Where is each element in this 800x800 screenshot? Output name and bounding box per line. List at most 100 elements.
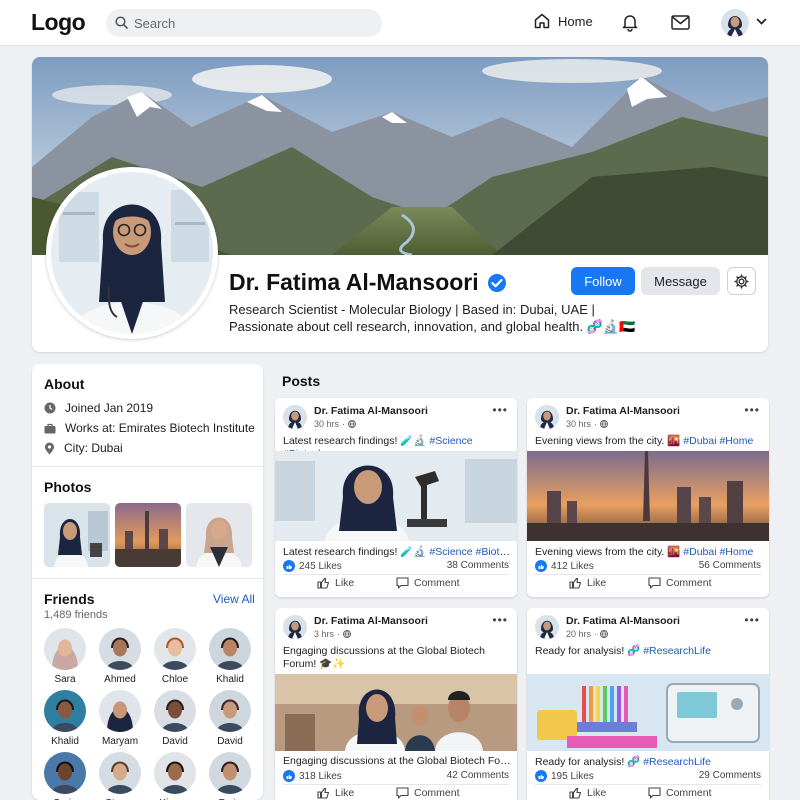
post-author-name[interactable]: Dr. Fatima Al-Mansoori [314,405,428,417]
about-title: About [44,376,85,392]
friend-item[interactable]: David [205,690,255,747]
friend-item[interactable]: Sara [40,628,90,685]
user-avatar[interactable] [721,9,749,37]
post-timestamp: 30 hrs · [566,419,609,429]
post-like-count[interactable]: 195 Likes [535,770,594,782]
post-timestamp: 30 hrs · [314,419,357,429]
post-divider [283,574,509,575]
post-more-options[interactable]: ••• [744,613,760,627]
friend-name: Khalid [51,736,79,747]
section-divider [32,466,263,467]
post-author-avatar[interactable] [283,405,307,429]
friend-name: Ahmed [104,674,136,685]
post-image[interactable] [527,674,769,751]
friend-item[interactable]: Khalid [40,690,90,747]
friend-item[interactable]: Kionee [150,752,200,800]
post-comment-count[interactable]: 38 Comments [447,560,509,571]
friend-item[interactable]: Saria [40,752,90,800]
friend-item[interactable]: Farin [205,752,255,800]
post-card[interactable]: Dr. Fatima Al-Mansoori 20 hrs · ••• Ready … [527,608,769,800]
friend-item[interactable]: Ahmed [95,628,145,685]
friend-item[interactable]: Chloe [150,628,200,685]
comment-button[interactable]: Comment [396,577,460,589]
post-image[interactable] [275,674,517,751]
post-author-name[interactable]: Dr. Fatima Al-Mansoori [314,615,428,627]
verified-badge-icon [487,273,506,292]
post-divider [283,784,509,785]
friend-name: David [217,736,243,747]
photos-title: Photos [44,479,92,495]
post-image[interactable] [527,451,769,541]
search-box[interactable] [106,9,382,37]
post-comment-count[interactable]: 56 Comments [699,560,761,571]
like-button[interactable]: Like [569,787,606,799]
search-input[interactable] [134,13,364,33]
thumbs-up-icon [317,577,330,589]
post-author-avatar[interactable] [283,615,307,639]
profile-picture[interactable] [46,167,218,339]
briefcase-icon [44,423,56,433]
friend-item[interactable]: Khalid [205,628,255,685]
comment-icon [648,577,661,589]
profile-name-text: Dr. Fatima Al-Mansoori [229,269,479,295]
friend-item[interactable]: Maryam [95,690,145,747]
post-author-avatar[interactable] [535,615,559,639]
friend-avatar [99,690,141,732]
message-button[interactable]: Message [641,267,720,295]
friend-item[interactable]: David [150,690,200,747]
post-author-avatar[interactable] [535,405,559,429]
mail-icon[interactable] [671,15,690,30]
post-like-count[interactable]: 245 Likes [283,560,342,572]
post-more-options[interactable]: ••• [492,613,508,627]
settings-button[interactable] [727,267,756,295]
friend-item[interactable]: Steron [95,752,145,800]
like-button[interactable]: Like [317,577,354,589]
post-divider [535,784,761,785]
home-icon [534,13,550,29]
like-button[interactable]: Like [569,577,606,589]
friend-avatar [99,628,141,670]
left-sidebar-card: About Joined Jan 2019 Works at: Emirates… [32,364,263,800]
view-all-friends-link[interactable]: View All [213,592,255,606]
post-comment-count[interactable]: 42 Comments [447,770,509,781]
like-count-icon [283,770,295,782]
post-card[interactable]: Dr. Fatima Al-Mansoori 3 hrs · ••• Engagin… [275,608,517,800]
bell-icon[interactable] [621,13,639,32]
photo-thumbnail[interactable] [186,503,252,567]
post-image[interactable] [275,451,517,541]
comment-button[interactable]: Comment [396,787,460,799]
post-timestamp: 20 hrs · [566,629,609,639]
post-card[interactable]: Dr. Fatima Al-Mansoori 30 hrs · ••• Evenin… [527,398,769,597]
photo-thumbnail[interactable] [44,503,110,567]
logo[interactable]: Logo [31,9,86,36]
post-like-count[interactable]: 412 Likes [535,560,594,572]
post-more-options[interactable]: ••• [744,403,760,417]
post-hashtags[interactable]: #ResearchLife [643,645,711,657]
post-hashtags[interactable]: #Dubai #Home [683,435,753,447]
friend-avatar [154,628,196,670]
chevron-down-icon[interactable] [756,18,767,26]
post-comment-count[interactable]: 29 Comments [699,770,761,781]
post-card[interactable]: Dr. Fatima Al-Mansoori 30 hrs · ••• Latest… [275,398,517,597]
friend-avatar [99,752,141,794]
post-caption-repeat: Evening views from the city. 🌇 #Dubai #H… [535,546,754,558]
photo-thumbnail[interactable] [115,503,181,567]
friend-name: Sara [54,674,76,685]
post-caption: Engaging discussions at the Global Biote… [283,645,485,670]
nav-home-link[interactable]: Home [533,12,593,30]
post-author-name[interactable]: Dr. Fatima Al-Mansoori [566,615,680,627]
friend-avatar [154,690,196,732]
post-author-name[interactable]: Dr. Fatima Al-Mansoori [566,405,680,417]
like-button[interactable]: Like [317,787,354,799]
post-divider [535,574,761,575]
post-more-options[interactable]: ••• [492,403,508,417]
comment-button[interactable]: Comment [648,787,712,799]
follow-button[interactable]: Follow [571,267,635,295]
friend-name: Chloe [161,674,189,685]
bio-line-1: Research Scientist - Molecular Biology |… [229,302,595,317]
home-label: Home [558,13,593,29]
post-like-count[interactable]: 318 Likes [283,770,342,782]
post-caption: Evening views from the city. 🌇 #Dubai #H… [535,435,754,447]
post-caption: Ready for analysis! 🧬 #ResearchLife [535,645,711,657]
comment-button[interactable]: Comment [648,577,712,589]
